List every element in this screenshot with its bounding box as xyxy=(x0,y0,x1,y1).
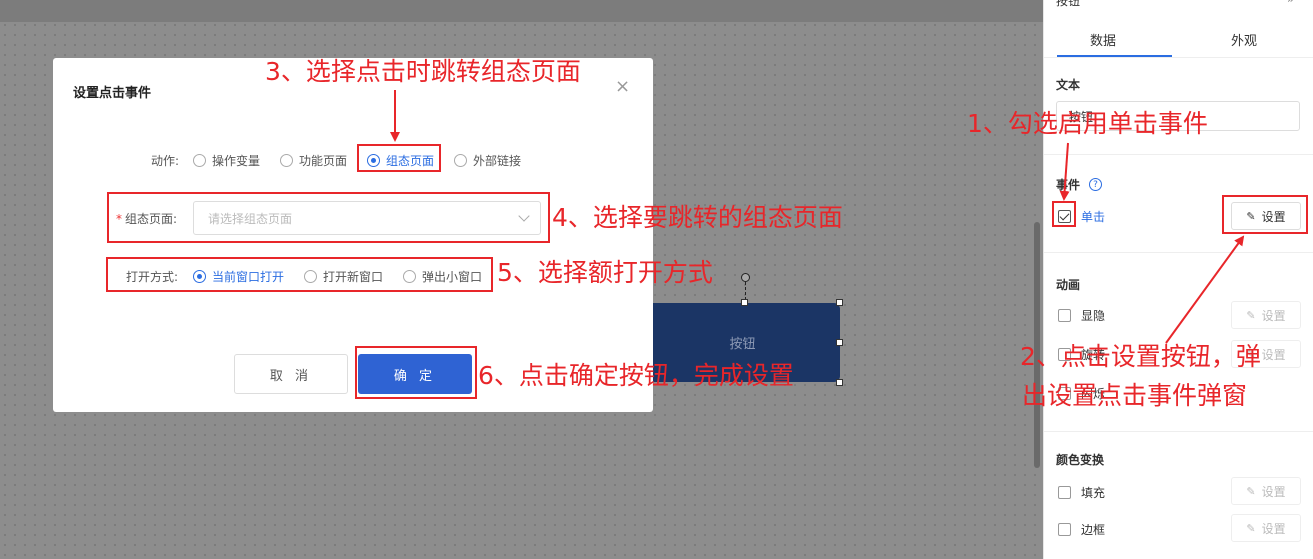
border-settings-button[interactable]: ✎ 设置 xyxy=(1231,514,1301,542)
fill-settings-button[interactable]: ✎ 设置 xyxy=(1231,477,1301,505)
annotation-step2-line1: 2、点击设置按钮，弹 xyxy=(1020,342,1261,371)
pencil-icon: ✎ xyxy=(1246,308,1256,322)
show-hide-settings-button[interactable]: ✎ 设置 xyxy=(1231,301,1301,329)
color-section-title: 颜色变换 xyxy=(1056,453,1105,467)
pencil-icon: ✎ xyxy=(1246,484,1256,498)
border-checkbox[interactable] xyxy=(1058,523,1071,536)
panel-header: 按钮 xyxy=(1056,0,1081,8)
annotation-box-scada-page xyxy=(357,144,441,172)
click-event-label: 单击 xyxy=(1081,210,1106,224)
annotation-box-click-checkbox xyxy=(1052,201,1076,227)
settings-button-label: 设置 xyxy=(1261,347,1286,362)
annotation-step5: 5、选择额打开方式 xyxy=(497,258,713,287)
annotation-box-open-mode xyxy=(106,257,493,292)
event-section-title: 事件 xyxy=(1056,178,1081,192)
annotation-box-confirm xyxy=(355,346,477,399)
collapse-icon[interactable]: » xyxy=(1287,0,1294,6)
cancel-button-label: 取 消 xyxy=(269,368,313,384)
active-tab-indicator xyxy=(1057,55,1172,57)
action-radio-function-page[interactable]: 功能页面 xyxy=(280,152,347,169)
fill-checkbox[interactable] xyxy=(1058,486,1071,499)
section-divider xyxy=(1044,154,1313,155)
help-icon[interactable]: ? xyxy=(1089,178,1102,191)
resize-handle-right[interactable] xyxy=(836,339,843,346)
annotation-step1: 1、勾选启用单击事件 xyxy=(967,109,1208,138)
annotation-step3: 3、选择点击时跳转组态页面 xyxy=(265,57,581,86)
annotation-box-settings-button xyxy=(1222,195,1308,234)
section-divider xyxy=(1044,431,1313,432)
annotation-box-page-select xyxy=(107,192,550,243)
radio-label: 功能页面 xyxy=(299,154,348,168)
property-panel: 按钮 » 数据 外观 文本 按钮 事件 ? 单击 ✎ 设置 动画 显隐 ✎ 设置… xyxy=(1043,0,1313,559)
section-divider xyxy=(1044,252,1313,253)
canvas-top-bar xyxy=(0,0,1043,22)
close-icon[interactable]: × xyxy=(615,76,630,97)
settings-button-label: 设置 xyxy=(1261,484,1286,499)
annotation-step6: 6、点击确定按钮，完成设置 xyxy=(478,361,794,390)
pencil-icon: ✎ xyxy=(1246,521,1256,535)
radio-icon xyxy=(454,154,467,167)
show-hide-checkbox[interactable] xyxy=(1058,309,1071,322)
radio-icon xyxy=(193,154,206,167)
resize-handle-top[interactable] xyxy=(741,299,748,306)
radio-icon xyxy=(280,154,293,167)
tab-divider xyxy=(1044,57,1313,58)
rotate-guide-line xyxy=(745,282,746,300)
dialog-title: 设置点击事件 xyxy=(73,86,152,101)
action-radio-variable[interactable]: 操作变量 xyxy=(193,152,260,169)
cancel-button[interactable]: 取 消 xyxy=(234,354,348,394)
radio-label: 操作变量 xyxy=(212,154,261,168)
canvas-button-label: 按钮 xyxy=(729,337,756,352)
color-item-fill[interactable]: 填充 xyxy=(1058,484,1105,501)
resize-handle-top-right[interactable] xyxy=(836,299,843,306)
action-label: 动作: xyxy=(151,154,180,168)
resize-handle-bottom-right[interactable] xyxy=(836,379,843,386)
border-label: 边框 xyxy=(1081,523,1106,537)
show-hide-label: 显隐 xyxy=(1081,309,1106,323)
fill-label: 填充 xyxy=(1081,486,1106,500)
settings-button-label: 设置 xyxy=(1261,308,1286,323)
settings-button-label: 设置 xyxy=(1261,521,1286,536)
annotation-step4: 4、选择要跳转的组态页面 xyxy=(552,203,843,232)
tab-appearance[interactable]: 外观 xyxy=(1231,30,1257,49)
animation-item-show-hide[interactable]: 显隐 xyxy=(1058,307,1105,324)
radio-label: 外部链接 xyxy=(473,154,522,168)
action-radio-external-link[interactable]: 外部链接 xyxy=(454,152,521,169)
rotate-handle[interactable] xyxy=(741,273,750,282)
tab-data[interactable]: 数据 xyxy=(1090,30,1116,49)
color-item-border[interactable]: 边框 xyxy=(1058,521,1105,538)
animation-section-title: 动画 xyxy=(1056,278,1081,292)
text-section-title: 文本 xyxy=(1056,78,1081,92)
annotation-step2-line2: 出设置点击事件弹窗 xyxy=(1022,381,1248,410)
